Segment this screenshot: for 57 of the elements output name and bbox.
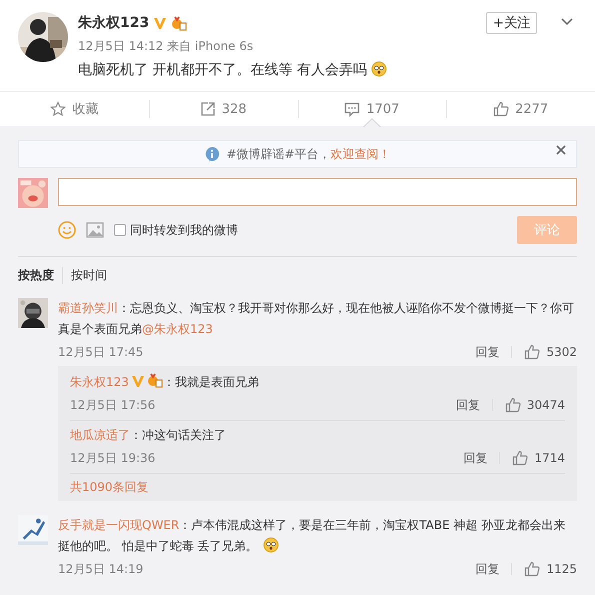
reply-link[interactable]: 回复 xyxy=(463,450,488,466)
more-replies-link[interactable]: 共1090条回复 xyxy=(70,474,565,499)
like-count: 5302 xyxy=(546,345,577,359)
comment-time: 12月5日 14:19 xyxy=(58,560,144,578)
repost-action[interactable]: 328 xyxy=(198,99,249,119)
like-action[interactable]: 2277 xyxy=(491,99,550,119)
verified-icon xyxy=(153,16,168,30)
comment-text: 霸道孙笑川：忘恩负义、淘宝权？我开哥对你那么好，现在他被人诬陷你不发个微博挺一下？你可真是个表面兄弟@朱永权123 xyxy=(58,300,575,338)
reply-link[interactable]: 回复 xyxy=(475,344,500,360)
user-link[interactable]: 朱永权123 xyxy=(70,375,129,389)
selection-pointer-icon xyxy=(362,118,381,127)
reply-link[interactable]: 回复 xyxy=(456,396,480,414)
thumbs-up-icon xyxy=(493,101,510,117)
post-time: 12月5日 14:12 来自 iPhone 6s xyxy=(78,38,254,55)
user-link[interactable]: 反手就是一闪现QWER xyxy=(58,518,180,532)
comment-input[interactable] xyxy=(58,178,577,206)
comment-text: 地瓜凉适了：冲这句话关注了 xyxy=(70,427,227,444)
info-icon xyxy=(204,146,220,162)
mention-link[interactable]: @朱永权123 xyxy=(142,322,213,336)
like-count: 1125 xyxy=(546,562,577,576)
favorite-action[interactable]: 收藏 xyxy=(48,98,100,120)
like-count: 30474 xyxy=(526,398,565,412)
notice-link[interactable]: 欢迎查阅！ xyxy=(330,146,391,160)
comment-icon xyxy=(344,101,360,117)
post-text: 电脑死机了 开机都开不了。在线等 有人会弄吗 xyxy=(78,61,388,79)
sort-tab[interactable]: 按热度 xyxy=(18,267,62,284)
image-icon[interactable] xyxy=(86,222,104,238)
sort-tab[interactable]: 按时间 xyxy=(62,267,115,284)
star-icon xyxy=(50,101,66,117)
thumbs-up-icon[interactable] xyxy=(524,561,540,577)
comment-text: 反手就是一闪现QWER：卢本伟混成这样了，要是在三年前，淘宝权TABE 神超 孙亚龙都会出来挺他的吧。 怕是中了蛇毒 丢了兄弟。 xyxy=(58,517,566,555)
user-link[interactable]: 霸道孙笑川 xyxy=(58,301,118,315)
author-name[interactable]: 朱永权123 xyxy=(78,14,150,32)
comment-time: 12月5日 19:36 xyxy=(70,450,156,466)
close-button[interactable] xyxy=(556,145,566,155)
user-link[interactable]: 地瓜凉适了 xyxy=(70,428,130,442)
comment-time: 12月5日 17:56 xyxy=(70,396,156,414)
follow-button[interactable]: +关注 xyxy=(486,12,537,34)
verified-icon xyxy=(130,375,145,388)
chevron-down-icon[interactable] xyxy=(561,18,573,26)
thumbs-up-icon[interactable] xyxy=(512,450,528,466)
emoji-icon xyxy=(371,61,388,77)
checkbox[interactable] xyxy=(114,224,126,236)
comment-time: 12月5日 17:45 xyxy=(58,344,144,360)
thumbs-up-icon[interactable] xyxy=(504,397,521,413)
notice-text: #微博辟谣#平台，欢迎查阅！ xyxy=(226,146,391,162)
emoji-icon xyxy=(263,537,280,553)
comment-text: 朱永权123 ：我就是表面兄弟 xyxy=(70,372,565,393)
thumbs-up-icon[interactable] xyxy=(524,344,540,360)
smiley-icon[interactable] xyxy=(58,221,76,239)
comment-action[interactable]: 1707 xyxy=(342,99,402,119)
checkbox-label: 同时转发到我的微博 xyxy=(130,222,238,238)
medal-icon xyxy=(171,15,188,31)
reply-link[interactable]: 回复 xyxy=(475,560,500,578)
share-icon xyxy=(200,101,216,117)
like-count: 1714 xyxy=(534,451,565,465)
medal-icon xyxy=(146,372,163,388)
